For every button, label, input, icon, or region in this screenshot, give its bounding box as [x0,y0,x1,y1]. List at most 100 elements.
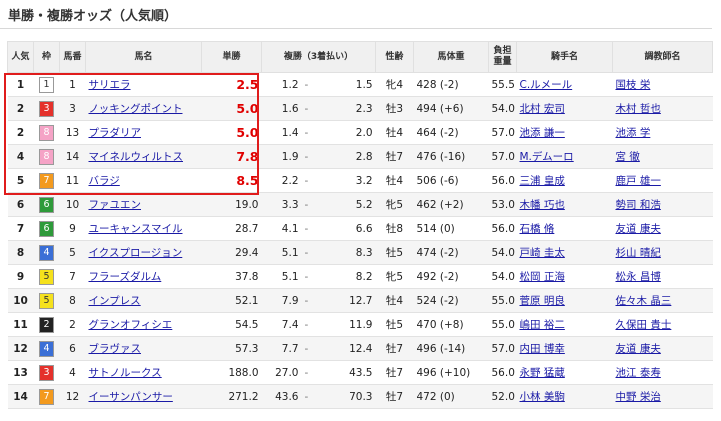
trainer-link[interactable]: 佐々木 晶三 [616,295,672,307]
horse-name-link[interactable]: ユーキャンスマイル [89,223,183,235]
win-odds: 7.8 [201,144,262,169]
jockey-link[interactable]: C.ルメール [520,79,573,91]
place-odds-min: 2.2 [261,168,302,193]
win-odds: 54.5 [201,312,262,337]
trainer-link[interactable]: 池添 学 [616,127,651,139]
waku-cell: 5 [33,288,60,313]
body-weight: 464 (-2) [413,120,489,145]
horse-name-link[interactable]: プラダリア [89,127,142,139]
burden-weight: 53.0 [488,192,517,217]
trainer-link[interactable]: 杉山 晴紀 [616,247,661,259]
body-weight: 496 (+10) [413,360,489,385]
jockey-link[interactable]: 三浦 皇成 [520,175,565,187]
header-place-odds: 複勝（3着払い） [261,41,376,73]
jockey-link[interactable]: 内田 博幸 [520,343,565,355]
jockey-link[interactable]: 永野 猛蔵 [520,367,565,379]
jockey-link[interactable]: 戸崎 圭太 [520,247,565,259]
popularity-rank: 6 [7,192,34,217]
horse-name-cell: イクスプロージョン [85,240,202,265]
waku-badge: 7 [39,388,54,405]
header-waku: 枠 [33,41,60,73]
popularity-rank: 12 [7,336,34,361]
win-odds: 5.0 [201,96,262,121]
place-odds-separator: - [301,120,312,145]
place-odds-separator: - [301,144,312,169]
trainer-link[interactable]: 松永 昌博 [616,271,661,283]
popularity-rank: 9 [7,264,34,289]
header-burden-weight: 負担 重量 [488,41,517,73]
horse-number: 5 [59,240,86,265]
trainer-link[interactable]: 木村 哲也 [616,103,661,115]
header-burden-line2: 重量 [493,57,512,67]
jockey-link[interactable]: 松岡 正海 [520,271,565,283]
place-odds-min: 43.6 [261,384,302,409]
horse-name-link[interactable]: イーサンパンサー [89,391,173,403]
sex-age: 牝5 [375,264,414,289]
waku-cell: 1 [33,72,60,97]
jockey-link[interactable]: 嶋田 裕二 [520,319,565,331]
place-odds-max: 5.2 [311,192,376,217]
trainer-link[interactable]: 友道 康夫 [616,343,661,355]
table-row: 10 5 8 インプレス 52.1 7.9-12.7 牡4 524 (-2) 55.0 菅原 明良… [7,288,713,313]
win-odds: 8.5 [201,168,262,193]
trainer-link[interactable]: 久保田 貴士 [616,319,672,331]
jockey-cell: 嶋田 裕二 [516,312,613,337]
horse-name-link[interactable]: ブラヴァス [89,343,142,355]
win-odds: 28.7 [201,216,262,241]
horse-name-link[interactable]: サトノルークス [89,367,162,379]
jockey-link[interactable]: 木幡 巧也 [520,199,565,211]
horse-name-link[interactable]: ファユエン [89,199,142,211]
win-odds: 52.1 [201,288,262,313]
jockey-link[interactable]: 北村 宏司 [520,103,565,115]
place-odds-min: 5.1 [261,240,302,265]
jockey-link[interactable]: 小林 美駒 [520,391,565,403]
odds-table-body: 1 1 1 サリエラ 2.5 1.2-1.5 牝4 428 (-2) 55.5 C.ルメール 国枝 … [7,72,713,409]
jockey-cell: M.デムーロ [516,144,613,169]
place-odds-min: 27.0 [261,360,302,385]
header-win-odds: 単勝 [201,41,262,73]
trainer-cell: 松永 昌博 [612,264,713,289]
horse-name-link[interactable]: グランオフィシエ [89,319,173,331]
jockey-cell: 北村 宏司 [516,96,613,121]
horse-name-link[interactable]: イクスプロージョン [89,247,183,259]
place-odds-max: 3.2 [311,168,376,193]
trainer-link[interactable]: 国枝 栄 [616,79,651,91]
horse-name-link[interactable]: サリエラ [89,79,131,91]
sex-age: 牡3 [375,96,414,121]
horse-number: 8 [59,288,86,313]
jockey-link[interactable]: M.デムーロ [520,151,574,163]
burden-weight: 52.0 [488,384,517,409]
sex-age: 牡4 [375,168,414,193]
horse-name-link[interactable]: フラーズダルム [89,271,162,283]
place-odds-separator: - [301,216,312,241]
waku-cell: 3 [33,96,60,121]
burden-weight: 54.0 [488,96,517,121]
waku-cell: 5 [33,264,60,289]
waku-badge: 4 [39,340,54,357]
table-row: 12 4 6 ブラヴァス 57.3 7.7-12.4 牡7 496 (-14) 57.0 内田 博… [7,336,713,361]
horse-number: 12 [59,384,86,409]
table-row: 6 6 10 ファユエン 19.0 3.3-5.2 牝5 462 (+2) 53.0 木幡 巧也 勢… [7,192,713,217]
trainer-link[interactable]: 友道 康夫 [616,223,661,235]
popularity-rank: 1 [7,72,34,97]
table-row: 1 1 1 サリエラ 2.5 1.2-1.5 牝4 428 (-2) 55.5 C.ルメール 国枝 … [7,72,713,97]
place-odds-max: 12.7 [311,288,376,313]
trainer-link[interactable]: 中野 栄治 [616,391,661,403]
waku-cell: 7 [33,384,60,409]
trainer-link[interactable]: 鹿戸 雄一 [616,175,661,187]
horse-name-link[interactable]: マイネルウィルトス [89,151,184,163]
jockey-link[interactable]: 池添 謙一 [520,127,565,139]
sex-age: 牡7 [375,360,414,385]
horse-name-cell: フラーズダルム [85,264,202,289]
trainer-link[interactable]: 勢司 和浩 [616,199,661,211]
trainer-link[interactable]: 宮 徹 [616,151,640,163]
horse-name-cell: グランオフィシエ [85,312,202,337]
horse-name-link[interactable]: ノッキングポイント [89,103,183,115]
horse-name-link[interactable]: インプレス [89,295,141,307]
place-odds-separator: - [301,288,312,313]
header-sex-age: 性齢 [375,41,414,73]
jockey-link[interactable]: 石橋 脩 [520,223,555,235]
jockey-link[interactable]: 菅原 明良 [520,295,565,307]
horse-name-link[interactable]: バラジ [89,175,120,187]
trainer-link[interactable]: 池江 泰寿 [616,367,661,379]
